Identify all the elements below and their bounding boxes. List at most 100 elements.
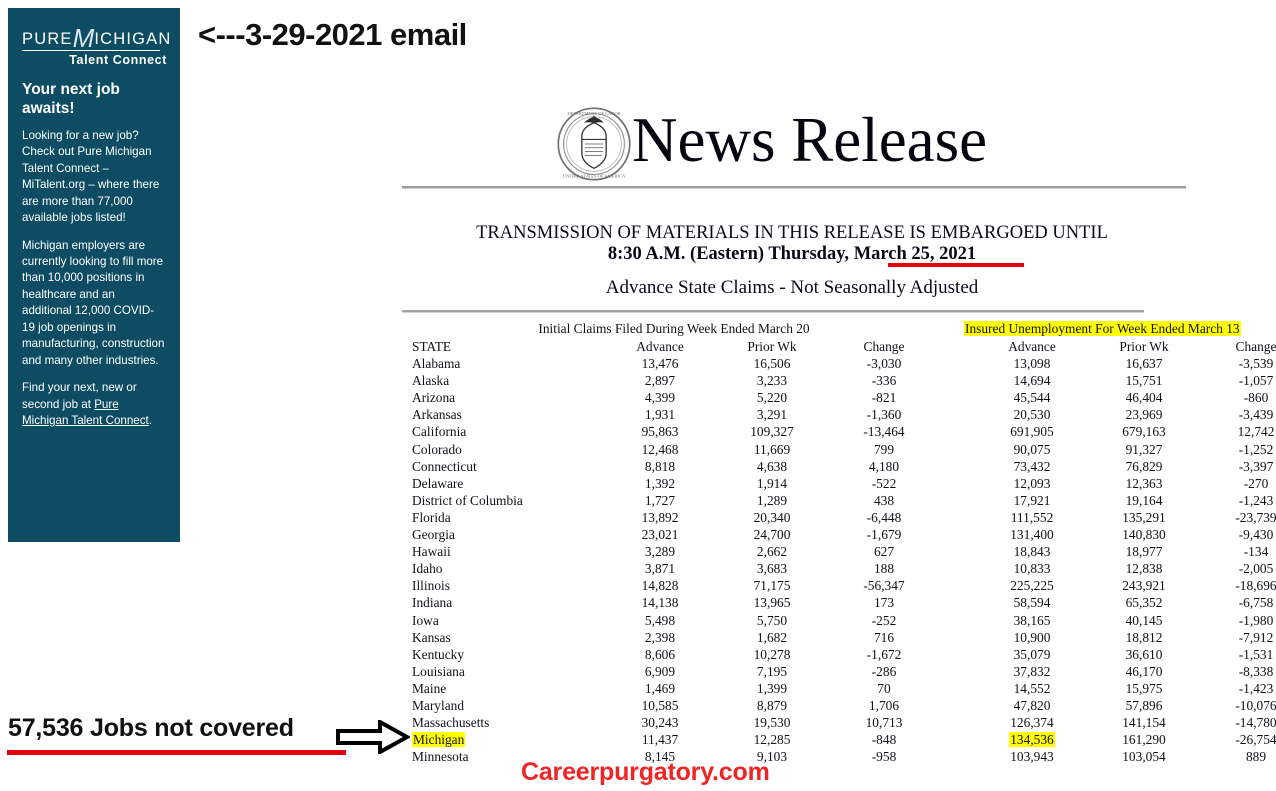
cell-ic-change: -13,464 xyxy=(863,424,905,440)
cell-ic-advance: 1,469 xyxy=(644,680,676,696)
cell-iu-prior: 243,921 xyxy=(1122,578,1166,594)
cell-ic-change: -1,672 xyxy=(866,646,902,662)
cell-iu-advance: 17,921 xyxy=(1013,492,1051,508)
cell-iu-change: -6,758 xyxy=(1238,595,1274,611)
table-row: California 95,863 109,327 -13,464 691,905 679… xyxy=(404,423,1276,440)
col-header-ic-prior: Prior Wk xyxy=(747,339,797,354)
cell-ic-advance: 5,498 xyxy=(644,612,676,628)
cell-iu-change: 12,742 xyxy=(1237,424,1275,440)
document-subtitle: Advance State Claims - Not Seasonally Ad… xyxy=(605,277,979,298)
cell-iu-change: -1,252 xyxy=(1238,441,1274,457)
screenshot-root: PUREMICHIGAN Talent Connect Your next jo… xyxy=(0,0,1276,791)
table-row: Louisiana 6,909 7,195 -286 37,832 46,170 -8,33… xyxy=(404,663,1276,680)
cell-state: Kansas xyxy=(412,629,451,645)
logo-pure-text: PURE xyxy=(22,30,73,48)
cell-iu-advance: 134,536 xyxy=(976,731,1088,748)
cell-ic-prior: 71,175 xyxy=(753,578,791,594)
cell-state: Maryland xyxy=(412,697,465,713)
cell-ic-change: 627 xyxy=(873,544,895,560)
table-row: District of Columbia 1,727 1,289 438 17,921 1… xyxy=(404,492,1276,509)
cell-iu-advance: 37,832 xyxy=(1013,663,1051,679)
table-row: Iowa 5,498 5,750 -252 38,165 40,145 -1,980 xyxy=(404,612,1276,629)
cell-iu-change: -1,980 xyxy=(1238,612,1274,628)
cell-ic-advance: 6,909 xyxy=(644,663,676,679)
cell-spacer xyxy=(940,560,976,577)
col-header-iu-change: Change xyxy=(1235,339,1276,354)
cell-ic-change: -336 xyxy=(871,373,897,389)
cell-state: District of Columbia xyxy=(412,492,523,508)
cell-ic-change: 438 xyxy=(873,492,895,508)
cell-spacer xyxy=(940,577,976,594)
table-row: Illinois 14,828 71,175 -56,347 225,225 243,92… xyxy=(404,577,1276,594)
embargo-time-text: 8:30 A.M. (Eastern) Thursday, xyxy=(607,244,854,264)
table-group-header-row: Initial Claims Filed During Week Ended M… xyxy=(404,321,1241,338)
table-row: Florida 13,892 20,340 -6,448 111,552 135,291 -… xyxy=(404,509,1276,526)
news-release-document: DEPARTMENT OF LABOR UNITED STATES OF AME… xyxy=(396,96,1276,786)
svg-text:UNITED STATES OF AMERICA: UNITED STATES OF AMERICA xyxy=(563,173,626,178)
cell-state: Arkansas xyxy=(412,407,462,423)
cell-iu-advance: 35,079 xyxy=(1013,646,1051,662)
cell-ic-advance: 30,243 xyxy=(641,715,679,731)
cell-ic-change: 716 xyxy=(873,629,895,645)
claims-table-body: Alabama 13,476 16,506 -3,030 13,098 16,637 -3,… xyxy=(404,355,1276,765)
cell-state: Maine xyxy=(412,680,447,696)
cell-ic-change: 173 xyxy=(873,595,895,611)
table-top-divider xyxy=(402,310,1144,313)
table-row: Idaho 3,871 3,683 188 10,833 12,838 -2,005 xyxy=(404,560,1276,577)
cell-iu-change: -2,005 xyxy=(1238,561,1274,577)
cell-ic-prior: 13,965 xyxy=(753,595,791,611)
cell-iu-prior: 18,977 xyxy=(1125,544,1163,560)
group-header-insured-unemployment: Insured Unemployment For Week Ended Marc… xyxy=(964,321,1241,336)
table-row: Maryland 10,585 8,879 1,706 47,820 57,896 -10,… xyxy=(404,697,1276,714)
cell-iu-prior: 161,290 xyxy=(1122,732,1166,748)
cell-ic-change: -286 xyxy=(871,663,897,679)
cell-spacer xyxy=(940,680,976,697)
cell-iu-change: -270 xyxy=(1243,475,1269,491)
cell-spacer xyxy=(940,406,976,423)
table-row: Colorado 12,468 11,669 799 90,075 91,327 -1,25… xyxy=(404,441,1276,458)
cell-iu-change: 889 xyxy=(1245,749,1267,765)
cell-iu-prior: 103,054 xyxy=(1122,749,1166,765)
cell-ic-advance: 8,606 xyxy=(644,646,676,662)
cell-iu-advance: 90,075 xyxy=(1013,441,1051,457)
table-row: Arkansas 1,931 3,291 -1,360 20,530 23,969 -3,4… xyxy=(404,406,1276,423)
cell-ic-prior: 5,220 xyxy=(756,390,788,406)
cell-iu-change: -1,057 xyxy=(1238,373,1274,389)
col-spacer xyxy=(940,338,976,355)
cell-ic-advance: 14,828 xyxy=(641,578,679,594)
cell-iu-prior: 141,154 xyxy=(1122,715,1166,731)
careerpurgatory-watermark: Careerpurgatory.com xyxy=(521,758,770,786)
cell-ic-advance: 13,892 xyxy=(641,509,679,525)
cell-spacer xyxy=(940,697,976,714)
col-header-ic-change: Change xyxy=(863,339,905,354)
cell-ic-advance: 4,399 xyxy=(644,390,676,406)
cell-state: Illinois xyxy=(412,578,450,594)
cell-ic-prior: 11,669 xyxy=(753,441,791,457)
table-row: Georgia 23,021 24,700 -1,679 131,400 140,830 -… xyxy=(404,526,1276,543)
table-row: Hawaii 3,289 2,662 627 18,843 18,977 -134 xyxy=(404,543,1276,560)
cell-spacer xyxy=(940,714,976,731)
right-arrow-icon xyxy=(336,720,410,754)
group-header-initial-claims: Initial Claims Filed During Week Ended M… xyxy=(538,321,810,336)
cell-spacer xyxy=(940,526,976,543)
logo-tagline: Talent Connect xyxy=(69,53,167,68)
pure-michigan-promo-sidebar: PUREMICHIGAN Talent Connect Your next jo… xyxy=(8,8,180,542)
cell-iu-change: -10,076 xyxy=(1235,697,1276,713)
cell-iu-change: -1,531 xyxy=(1238,646,1274,662)
sidebar-closing-prefix: Find your next, new or second job at xyxy=(22,381,137,411)
cell-state-highlight: Michigan xyxy=(412,732,466,748)
cell-iu-advance: 225,225 xyxy=(1010,578,1054,594)
sidebar-paragraph-1: Looking for a new job? Check out Pure Mi… xyxy=(22,128,160,225)
cell-state: Arizona xyxy=(412,390,456,406)
table-row: Kansas 2,398 1,682 716 10,900 18,812 -7,912 xyxy=(404,629,1276,646)
cell-iu-prior: 15,751 xyxy=(1125,373,1163,389)
cell-ic-change: -958 xyxy=(871,749,897,765)
cell-ic-advance: 95,863 xyxy=(641,424,679,440)
cell-ic-prior: 12,285 xyxy=(753,732,791,748)
cell-iu-advance: 18,843 xyxy=(1013,544,1051,560)
cell-iu-prior: 46,404 xyxy=(1125,390,1163,406)
cell-iu-change: -3,439 xyxy=(1238,407,1274,423)
table-row: Kentucky 8,606 10,278 -1,672 35,079 36,610 -1,… xyxy=(404,646,1276,663)
embargo-date-text: March 25, 2021 xyxy=(853,244,977,264)
cell-ic-advance: 1,392 xyxy=(644,475,676,491)
